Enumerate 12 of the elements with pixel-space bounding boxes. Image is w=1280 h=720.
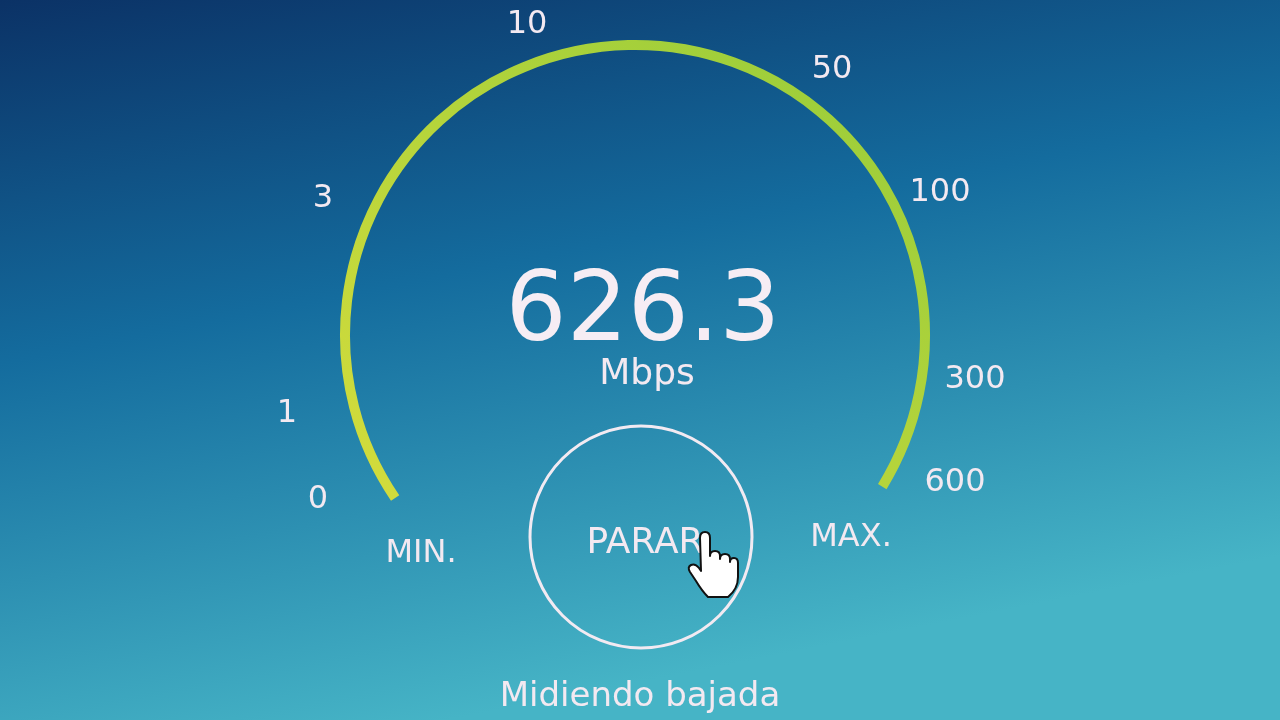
min-label: MIN.	[385, 532, 457, 570]
scale-label: 3	[312, 177, 334, 215]
scale-label: 0	[307, 478, 329, 516]
scale-label: 10	[506, 3, 548, 41]
scale-label: 100	[909, 171, 971, 209]
scale-label: 1	[276, 392, 298, 430]
scale-label: 600	[924, 461, 986, 499]
status-text: Midiendo bajada	[499, 674, 781, 714]
max-label: MAX.	[810, 516, 892, 554]
stop-button[interactable]: PARAR	[528, 424, 754, 650]
scale-label: 300	[944, 358, 1006, 396]
scale-label: 50	[811, 48, 853, 86]
